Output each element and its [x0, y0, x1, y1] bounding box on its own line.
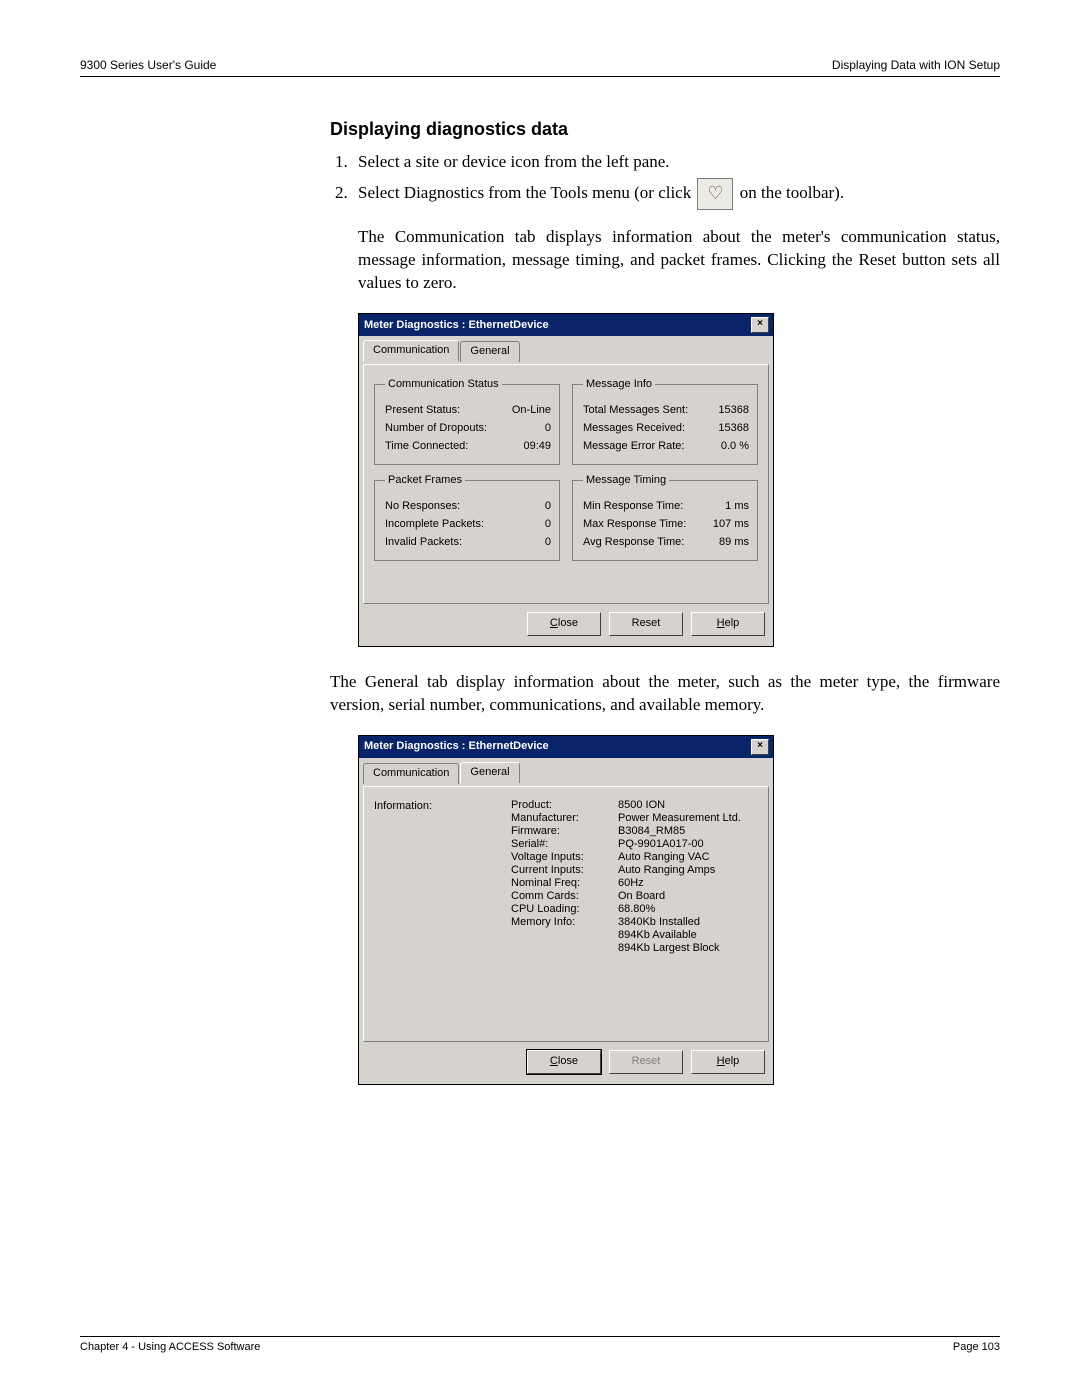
max-response-label: Max Response Time: [583, 516, 691, 532]
info-value: 8500 ION [618, 799, 758, 812]
info-key: Product: [511, 799, 596, 812]
invalid-packets-value: 0 [493, 534, 551, 550]
info-key: Comm Cards: [511, 890, 596, 903]
group-comm-status: Communication Status Present Status:On-L… [374, 377, 560, 465]
info-value: B3084_RM85 [618, 825, 758, 838]
info-key: Nominal Freq: [511, 877, 596, 890]
step-2-text-b: on the toolbar). [740, 183, 844, 202]
tab-communication[interactable]: Communication [363, 340, 459, 361]
legend-comm-status: Communication Status [385, 377, 502, 392]
help-button[interactable]: Help [691, 1050, 765, 1074]
info-key: Firmware: [511, 825, 596, 838]
close-icon[interactable]: × [751, 739, 769, 755]
max-response-value: 107 ms [691, 516, 749, 532]
titlebar: Meter Diagnostics : EthernetDevice × [359, 314, 773, 336]
dialog-title: Meter Diagnostics : EthernetDevice [364, 739, 549, 754]
info-value: PQ-9901A017-00 [618, 838, 758, 851]
avg-response-label: Avg Response Time: [583, 534, 691, 550]
info-value: 3840Kb Installed [618, 916, 758, 929]
avg-response-value: 89 ms [691, 534, 749, 550]
dropouts-label: Number of Dropouts: [385, 420, 493, 436]
step-1: Select a site or device icon from the le… [352, 151, 1000, 174]
header-right: Displaying Data with ION Setup [832, 58, 1000, 72]
messages-sent-label: Total Messages Sent: [583, 402, 691, 418]
info-key: Serial#: [511, 838, 596, 851]
step-2: Select Diagnostics from the Tools menu (… [352, 178, 1000, 210]
footer-left: Chapter 4 - Using ACCESS Software [80, 1341, 260, 1353]
error-rate-label: Message Error Rate: [583, 438, 691, 454]
incomplete-packets-value: 0 [493, 516, 551, 532]
group-message-info: Message Info Total Messages Sent:15368 M… [572, 377, 758, 465]
invalid-packets-label: Invalid Packets: [385, 534, 493, 550]
page-header: 9300 Series User's Guide Displaying Data… [80, 58, 1000, 77]
info-value: 894Kb Available [618, 929, 758, 942]
help-button[interactable]: Help [691, 612, 765, 636]
tab-general[interactable]: General [460, 762, 519, 783]
step-2-text-a: Select Diagnostics from the Tools menu (… [358, 183, 691, 202]
legend-message-timing: Message Timing [583, 473, 669, 488]
min-response-label: Min Response Time: [583, 498, 691, 514]
paragraph-general: The General tab display information abou… [330, 671, 1000, 717]
button-row: Close Reset Help [359, 604, 773, 646]
dialog-title: Meter Diagnostics : EthernetDevice [364, 318, 549, 333]
min-response-value: 1 ms [691, 498, 749, 514]
info-key: Manufacturer: [511, 812, 596, 825]
messages-sent-value: 15368 [691, 402, 749, 418]
messages-received-value: 15368 [691, 420, 749, 436]
info-key: Current Inputs: [511, 864, 596, 877]
info-key: Voltage Inputs: [511, 851, 596, 864]
meter-diagnostics-dialog-general: Meter Diagnostics : EthernetDevice × Com… [358, 735, 774, 1085]
meter-diagnostics-dialog-comm: Meter Diagnostics : EthernetDevice × Com… [358, 313, 774, 647]
legend-message-info: Message Info [583, 377, 655, 392]
tab-general[interactable]: General [460, 341, 519, 362]
dropouts-value: 0 [493, 420, 551, 436]
stethoscope-icon: ♡ [707, 183, 723, 203]
group-packet-frames: Packet Frames No Responses:0 Incomplete … [374, 473, 560, 561]
close-icon[interactable]: × [751, 317, 769, 333]
tab-panel-communication: Communication Status Present Status:On-L… [363, 364, 769, 604]
paragraph-comm: The Communication tab displays informati… [358, 226, 1000, 295]
information-label: Information: [374, 799, 469, 814]
header-left: 9300 Series User's Guide [80, 58, 216, 72]
present-status-label: Present Status: [385, 402, 493, 418]
info-value: On Board [618, 890, 758, 903]
info-value: 894Kb Largest Block [618, 942, 758, 955]
incomplete-packets-label: Incomplete Packets: [385, 516, 493, 532]
section-title: Displaying diagnostics data [330, 117, 1000, 141]
steps-list: Select a site or device icon from the le… [330, 151, 1000, 210]
reset-button[interactable]: Reset [609, 612, 683, 636]
titlebar: Meter Diagnostics : EthernetDevice × [359, 736, 773, 758]
messages-received-label: Messages Received: [583, 420, 691, 436]
info-values-column: 8500 IONPower Measurement Ltd.B3084_RM85… [618, 799, 758, 955]
present-status-value: On-Line [493, 402, 551, 418]
info-key: Memory Info: [511, 916, 596, 929]
close-button[interactable]: Close [527, 1050, 601, 1074]
error-rate-value: 0.0 % [691, 438, 749, 454]
no-responses-label: No Responses: [385, 498, 493, 514]
info-value: 60Hz [618, 877, 758, 890]
info-value: Auto Ranging Amps [618, 864, 758, 877]
button-row: Close Reset Help [359, 1042, 773, 1084]
tab-panel-general: Information: Product:Manufacturer:Firmwa… [363, 786, 769, 1042]
info-value: 68.80% [618, 903, 758, 916]
footer-right: Page 103 [953, 1341, 1000, 1353]
info-value: Power Measurement Ltd. [618, 812, 758, 825]
info-key: CPU Loading: [511, 903, 596, 916]
tab-strip: Communication General [359, 336, 773, 361]
tab-communication[interactable]: Communication [363, 763, 459, 784]
reset-button: Reset [609, 1050, 683, 1074]
legend-packet-frames: Packet Frames [385, 473, 465, 488]
tab-strip: Communication General [359, 758, 773, 783]
time-connected-label: Time Connected: [385, 438, 493, 454]
close-button[interactable]: Close [527, 612, 601, 636]
diagnostics-toolbar-icon: ♡ [697, 178, 733, 210]
time-connected-value: 09:49 [493, 438, 551, 454]
group-message-timing: Message Timing Min Response Time:1 ms Ma… [572, 473, 758, 561]
info-keys-column: Product:Manufacturer:Firmware:Serial#:Vo… [511, 799, 596, 955]
page-footer: Chapter 4 - Using ACCESS Software Page 1… [80, 1336, 1000, 1353]
no-responses-value: 0 [493, 498, 551, 514]
info-value: Auto Ranging VAC [618, 851, 758, 864]
